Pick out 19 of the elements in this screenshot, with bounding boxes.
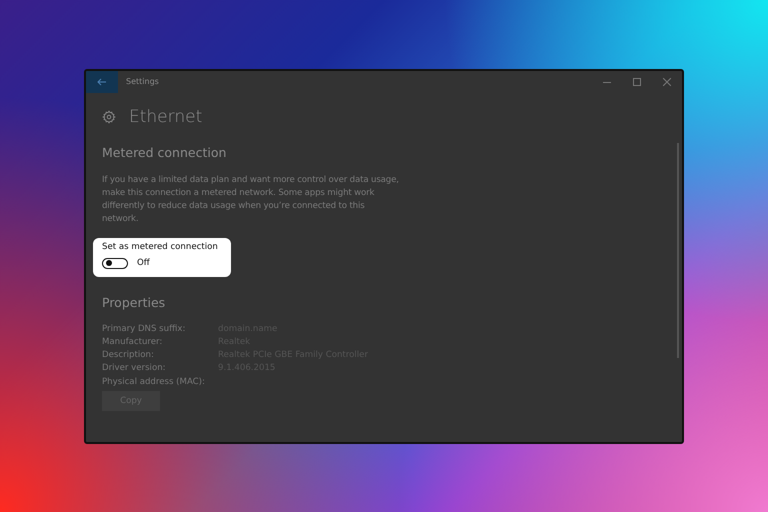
settings-icon — [102, 110, 116, 124]
property-label: Physical address (MAC): — [102, 376, 206, 387]
maximize-icon — [633, 78, 641, 86]
property-label: Driver version: — [102, 363, 167, 374]
window-title: Settings — [126, 77, 160, 86]
property-label: Description: — [102, 350, 155, 360]
back-button[interactable] — [86, 70, 118, 92]
property-label: Primary DNS suffix: — [102, 324, 186, 334]
page-title: Ethernet — [129, 106, 202, 126]
section-heading: Properties — [102, 294, 166, 310]
back-arrow-icon — [97, 78, 107, 86]
toggle-state: Off — [137, 258, 150, 268]
property-label: Manufacturer: — [102, 336, 164, 347]
toggle-label: Set as metered connection — [102, 242, 219, 252]
scrollbar[interactable] — [677, 142, 679, 358]
close-icon — [663, 78, 671, 86]
toggle-switch[interactable] — [102, 258, 128, 268]
section-heading: Metered connection — [102, 144, 228, 160]
description-text: If you have a limited data plan and want more control over data usage, make this connection a metered network. Some apps might work differently to reduce data usage when you’re connected to this network. — [102, 174, 400, 226]
